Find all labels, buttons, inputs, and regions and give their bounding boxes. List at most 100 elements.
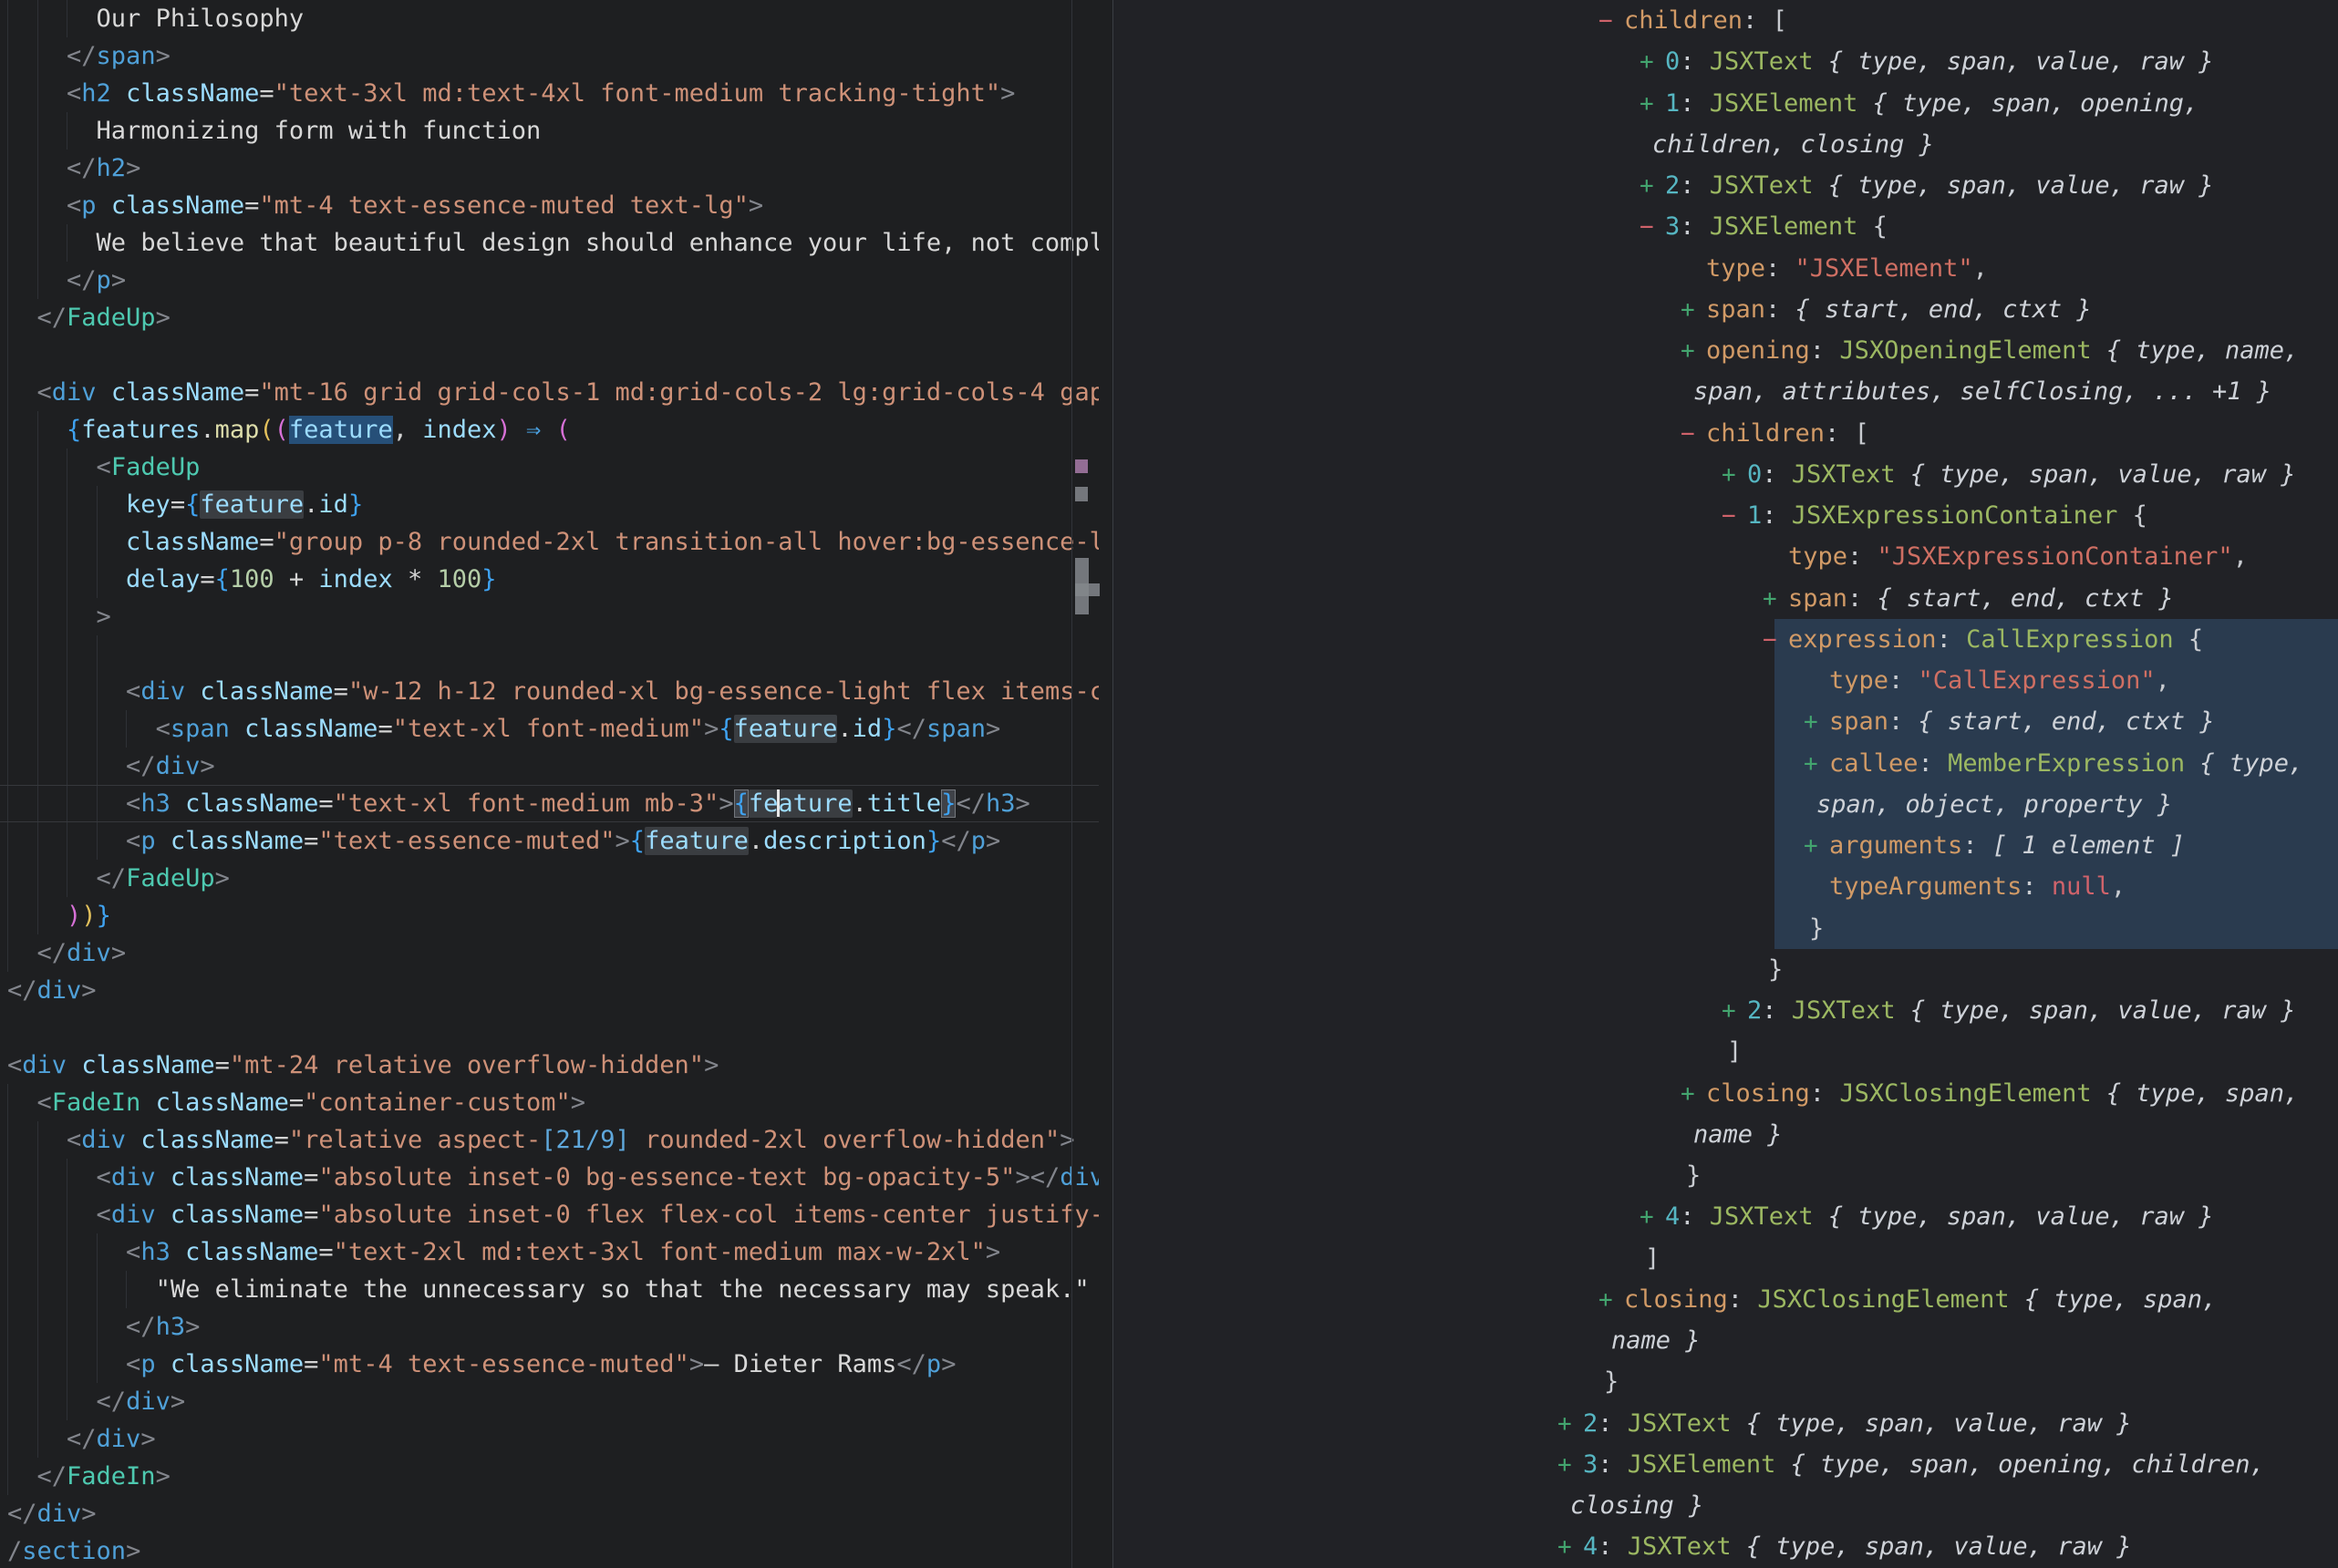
expand-icon[interactable]: + [1804,744,1829,785]
code-line[interactable]: {features.map((feature, index) ⇒ ( [0,411,1099,449]
ast-node-row[interactable]: +span: { start, end, ctxt } [1113,578,2338,619]
code-line[interactable]: Harmonizing form with function [0,112,1099,150]
ast-node-row[interactable]: name } [1113,1320,2338,1361]
ast-node-row[interactable]: name } [1113,1114,2338,1155]
code-line[interactable]: <div className="relative aspect-[21/9] r… [0,1121,1099,1159]
code-line[interactable]: </FadeUp> [0,299,1099,336]
ast-node-row[interactable]: −children: [ [1113,0,2338,41]
expand-icon[interactable]: + [1557,1404,1583,1445]
code-line[interactable]: </div> [0,1383,1099,1420]
code-line[interactable]: <span className="text-xl font-medium">{f… [0,710,1099,748]
code-line[interactable]: </div> [0,748,1099,785]
code-line[interactable]: <p className="mt-4 text-essence-muted te… [0,187,1099,224]
ast-node-row[interactable]: −1: JSXExpressionContainer { [1113,495,2338,536]
code-line[interactable]: </h2> [0,150,1099,187]
ast-node-row[interactable]: +arguments: [ 1 element ] [1113,825,2338,866]
ast-node-row[interactable]: span, object, property } [1113,784,2338,825]
ast-node-row[interactable]: ] [1113,1238,2338,1279]
ast-node-row[interactable]: closing } [1113,1485,2338,1526]
ast-node-row[interactable]: +0: JSXText { type, span, value, raw } [1113,41,2338,82]
code-line-current[interactable]: <h3 className="text-xl font-medium mb-3"… [0,785,1099,822]
code-line[interactable]: <h3 className="text-2xl md:text-3xl font… [0,1233,1099,1271]
code-line[interactable]: </h3> [0,1308,1099,1346]
code-line[interactable]: key={feature.id} [0,486,1099,523]
expand-icon[interactable]: + [1640,1197,1665,1238]
ast-node-row[interactable]: +opening: JSXOpeningElement { type, name… [1113,330,2338,371]
code-line[interactable]: > [0,598,1099,635]
code-line[interactable]: </div> [0,1420,1099,1458]
collapse-icon[interactable]: − [1598,1,1624,42]
code-line[interactable]: delay={100 + index * 100} [0,561,1099,598]
ast-node-row[interactable]: +span: { start, end, ctxt } [1113,701,2338,742]
code-line[interactable] [0,635,1099,673]
code-line[interactable] [0,336,1099,374]
code-line[interactable]: className="group p-8 rounded-2xl transit… [0,523,1099,561]
ast-node-row[interactable]: typeArguments: null, [1113,866,2338,907]
code-line[interactable]: <div className="absolute inset-0 flex fl… [0,1196,1099,1233]
code-line[interactable]: <h2 className="text-3xl md:text-4xl font… [0,75,1099,112]
code-line[interactable]: </p> [0,262,1099,299]
code-line[interactable]: <p className="mt-4 text-essence-muted">—… [0,1346,1099,1383]
ast-node-row[interactable]: +span: { start, end, ctxt } [1113,289,2338,330]
collapse-icon[interactable]: − [1763,620,1788,661]
ast-node-row[interactable]: +closing: JSXClosingElement { type, span… [1113,1279,2338,1320]
expand-icon[interactable]: + [1681,290,1706,331]
code-line[interactable]: <p className="text-essence-muted">{featu… [0,822,1099,860]
ast-node-row[interactable]: span, attributes, selfClosing, ... +1 } [1113,371,2338,412]
expand-icon[interactable]: + [1598,1280,1624,1321]
code-line[interactable]: <div className="mt-16 grid grid-cols-1 m… [0,374,1099,411]
collapse-icon[interactable]: − [1640,207,1665,248]
ast-node-row[interactable]: } [1113,949,2338,990]
expand-icon[interactable]: + [1640,166,1665,207]
ast-node-row[interactable]: +2: JSXText { type, span, value, raw } [1113,165,2338,206]
ast-node-row[interactable]: } [1113,908,2338,949]
ast-node-row[interactable]: −expression: CallExpression { [1113,619,2338,660]
ast-node-row[interactable]: +2: JSXText { type, span, value, raw } [1113,990,2338,1031]
collapse-icon[interactable]: − [1722,496,1747,537]
expand-icon[interactable]: + [1557,1445,1583,1486]
ast-node-row[interactable]: } [1113,1361,2338,1402]
code-line[interactable]: Our Philosophy [0,0,1099,37]
expand-icon[interactable]: + [1804,702,1829,743]
ast-node-row[interactable]: +closing: JSXClosingElement { type, span… [1113,1073,2338,1114]
expand-icon[interactable]: + [1640,42,1665,83]
ast-node-row[interactable]: children, closing } [1113,124,2338,165]
expand-icon[interactable]: + [1640,84,1665,125]
ast-node-row[interactable]: type: "JSXExpressionContainer", [1113,536,2338,577]
code-line[interactable]: ))} [0,897,1099,934]
ast-node-row[interactable]: +callee: MemberExpression { type, [1113,743,2338,784]
code-line[interactable]: </div> [0,972,1099,1009]
expand-icon[interactable]: + [1722,991,1747,1032]
ast-node-row[interactable]: −3: JSXElement { [1113,206,2338,247]
ast-node-row[interactable]: +4: JSXText { type, span, value, raw } [1113,1196,2338,1237]
expand-icon[interactable]: + [1804,826,1829,867]
ast-node-row[interactable]: } [1113,1155,2338,1196]
code-line[interactable]: We believe that beautiful design should … [0,224,1099,262]
code-line[interactable]: <FadeUp [0,449,1099,486]
code-line[interactable]: <div className="absolute inset-0 bg-esse… [0,1159,1099,1196]
code-line[interactable]: </div> [0,1495,1099,1532]
ast-node-row[interactable]: +3: JSXElement { type, span, opening, ch… [1113,1444,2338,1485]
code-editor-panel[interactable]: Our Philosophy </span> <h2 className="te… [0,0,1112,1568]
code-line[interactable]: <div className="w-12 h-12 rounded-xl bg-… [0,673,1099,710]
code-line[interactable]: <div className="mt-24 relative overflow-… [0,1047,1099,1084]
ast-node-row[interactable]: +2: JSXText { type, span, value, raw } [1113,1403,2338,1444]
code-line[interactable]: <FadeIn className="container-custom"> [0,1084,1099,1121]
expand-icon[interactable]: + [1557,1527,1583,1568]
expand-icon[interactable]: + [1681,331,1706,372]
expand-icon[interactable]: + [1763,579,1788,620]
expand-icon[interactable]: + [1722,455,1747,496]
ast-node-row[interactable]: type: "CallExpression", [1113,660,2338,701]
ast-node-row[interactable]: +4: JSXText { type, span, value, raw } [1113,1526,2338,1567]
code-line[interactable]: "We eliminate the unnecessary so that th… [0,1271,1099,1308]
ast-node-row[interactable]: +0: JSXText { type, span, value, raw } [1113,454,2338,495]
code-line[interactable]: </FadeIn> [0,1458,1099,1495]
ast-node-row[interactable]: type: "JSXElement", [1113,248,2338,289]
code-line[interactable] [0,1009,1099,1047]
overview-ruler-scrollbar[interactable] [1071,0,1113,1568]
code-line[interactable]: </FadeUp> [0,860,1099,897]
ast-node-row[interactable]: −children: [ [1113,413,2338,454]
ast-node-row[interactable]: +1: JSXElement { type, span, opening, [1113,83,2338,124]
ast-tree-panel[interactable]: −children: [+0: JSXText { type, span, va… [1113,0,2338,1568]
collapse-icon[interactable]: − [1681,414,1706,455]
